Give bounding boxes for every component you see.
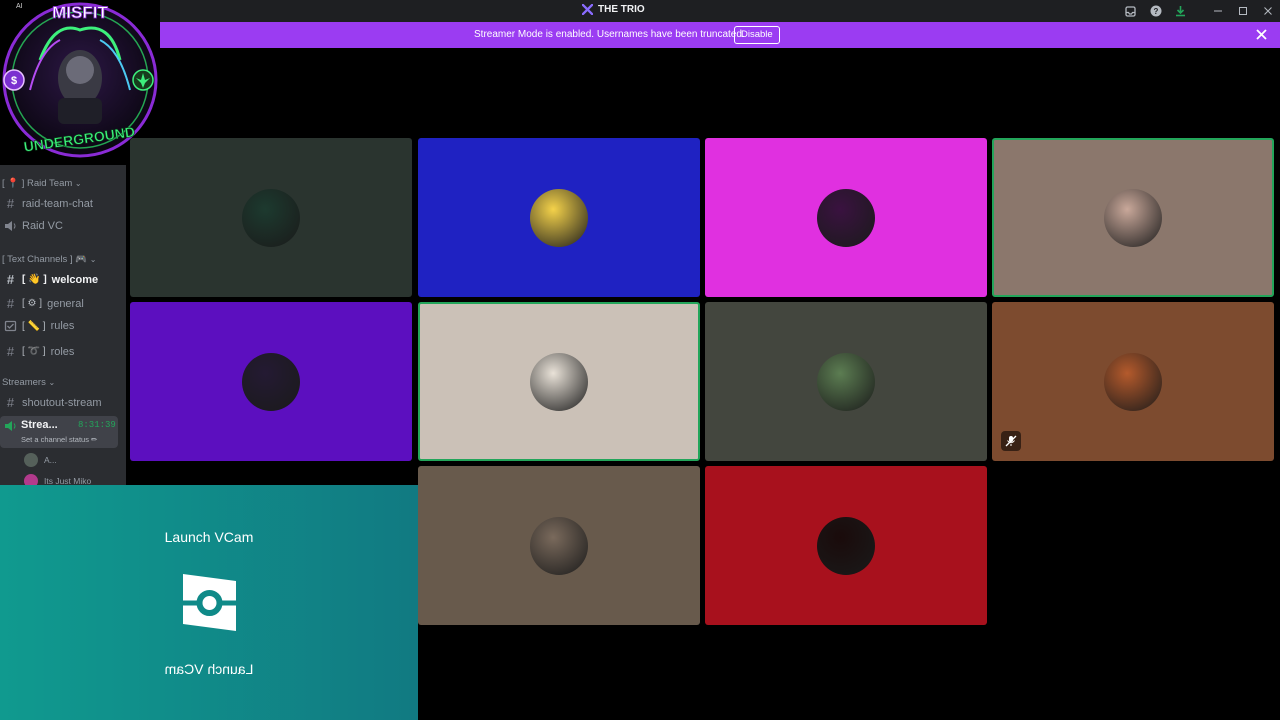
avatar [530, 188, 588, 247]
rules-emoji: [ 📏 ] [22, 320, 46, 332]
category-label: [ Text Channels ] 🎮 [2, 254, 88, 265]
text-channel-icon: # [6, 196, 15, 211]
participant-tile[interactable] [705, 138, 987, 297]
participant-tile[interactable] [130, 302, 412, 461]
download-icon[interactable] [1168, 0, 1193, 22]
channel-rules[interactable]: [ 📏 ] rules [0, 320, 126, 332]
chevron-down-icon: ⌄ [48, 378, 56, 387]
participant-tile[interactable] [418, 138, 700, 297]
avatar [817, 188, 875, 247]
avatar [817, 516, 875, 575]
participant-tile[interactable] [418, 466, 700, 625]
channel-roles[interactable]: # [ ➰ ] roles [0, 344, 126, 359]
participant-tile[interactable] [705, 466, 987, 625]
close-banner-icon[interactable] [1255, 28, 1268, 41]
window-title-text: THE TRIO [598, 4, 645, 15]
text-channel-icon: # [6, 296, 15, 311]
speaker-icon [5, 221, 16, 231]
roles-emoji: [ ➰ ] [22, 346, 46, 357]
title-bar: THE TRIO ? [0, 0, 1280, 22]
avatar [530, 516, 588, 575]
svg-text:?: ? [1153, 7, 1158, 16]
disable-streamer-mode-button[interactable]: Disable [734, 26, 780, 44]
channel-label: rules [50, 320, 75, 332]
voice-channel-icon [582, 4, 593, 15]
logo-text-top: MISFIT [52, 3, 108, 22]
channel-label: Raid VC [22, 220, 63, 232]
channel-label: shoutout-stream [22, 396, 102, 409]
channel-shoutout-stream[interactable]: # shoutout-stream [0, 395, 126, 410]
participant-tile[interactable] [418, 302, 700, 461]
text-channel-icon: # [6, 395, 15, 410]
category-label: Streamers [2, 377, 46, 388]
participant-tile[interactable] [130, 138, 412, 297]
channel-raid-team-chat[interactable]: # raid-team-chat [0, 196, 126, 211]
voice-user-name: A... [44, 455, 57, 465]
banner-message: Streamer Mode is enabled. Usernames have… [474, 29, 745, 40]
maximize-icon[interactable] [1230, 0, 1255, 22]
channel-label: welcome [51, 273, 99, 286]
vcam-panel[interactable]: Launch VCam Launch VCam [0, 485, 418, 720]
channel-label: roles [50, 345, 75, 358]
chevron-down-icon: ⌄ [74, 179, 82, 188]
channel-label: general [47, 297, 84, 310]
text-channel-icon: # [6, 344, 15, 359]
vcam-title-mirrored: Launch VCam [164, 661, 254, 677]
speaker-icon [5, 421, 16, 431]
avatar [1104, 188, 1162, 247]
svg-text:$: $ [11, 75, 17, 87]
avatar [530, 352, 588, 411]
text-channel-icon: # [6, 272, 15, 287]
help-icon[interactable]: ? [1143, 0, 1168, 22]
voice-user[interactable]: A... [24, 453, 57, 467]
category-label: [ 📍 ] Raid Team [2, 178, 73, 189]
channel-label: raid-team-chat [22, 197, 93, 210]
vcam-title: Launch VCam [164, 529, 254, 545]
streamer-mode-banner: Streamer Mode is enabled. Usernames have… [160, 22, 1280, 48]
category-streamers[interactable]: Streamers ⌄ [0, 377, 126, 388]
muted-mic-icon [1001, 431, 1021, 451]
ai-badge: AI [16, 3, 23, 10]
avatar [817, 352, 875, 411]
participant-tile[interactable] [992, 138, 1274, 297]
category-raid-team[interactable]: [ 📍 ] Raid Team ⌄ [0, 178, 126, 189]
window-title: THE TRIO [582, 4, 645, 15]
active-voice-channel[interactable]: Strea... 8:31:39 Set a channel status ✏ [0, 416, 118, 448]
category-text-channels[interactable]: [ Text Channels ] 🎮 ⌄ [0, 254, 126, 265]
avatar [242, 188, 300, 247]
set-channel-status[interactable]: Set a channel status ✏ [21, 435, 97, 444]
voice-channel-name: Strea... [21, 419, 58, 431]
channel-general[interactable]: # [ ⚙ ] general [0, 296, 126, 311]
avatar [242, 352, 300, 411]
channel-raid-vc[interactable]: Raid VC [0, 220, 126, 232]
participant-tile[interactable] [992, 302, 1274, 461]
voice-timer: 8:31:39 [78, 420, 116, 430]
channel-welcome[interactable]: # [ 👋 ] welcome [0, 272, 126, 287]
avatar [1104, 352, 1162, 411]
avatar [24, 453, 38, 467]
close-window-icon[interactable] [1255, 0, 1280, 22]
chevron-down-icon: ⌄ [89, 255, 97, 264]
participant-tile[interactable] [705, 302, 987, 461]
welcome-emoji: [ 👋 ] [22, 274, 47, 285]
rules-channel-icon [4, 320, 17, 332]
general-emoji: [ ⚙ ] [22, 298, 43, 309]
minimize-icon[interactable] [1205, 0, 1230, 22]
inbox-icon[interactable] [1118, 0, 1143, 22]
vcam-logo-icon [183, 574, 236, 631]
